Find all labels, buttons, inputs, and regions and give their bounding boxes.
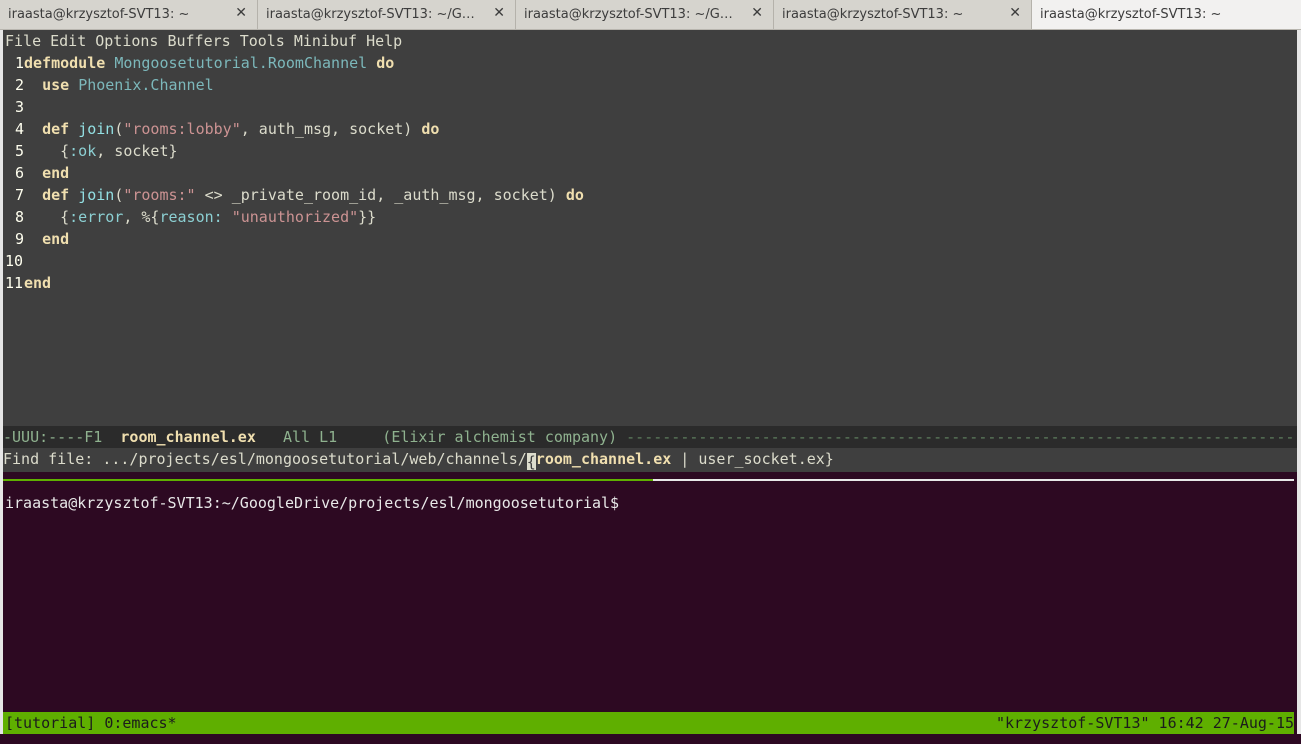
line-number: 2 xyxy=(14,76,24,94)
line-number: 9 xyxy=(14,230,24,248)
completion-candidates[interactable]: | user_socket.ex} xyxy=(671,450,834,468)
shell-pane[interactable]: iraasta@krzysztof-SVT13:~/GoogleDrive/pr… xyxy=(3,492,1299,514)
code-token: end xyxy=(24,274,52,292)
tmux-status-bar: [tutorial] 0:emacs* "krzysztof-SVT13" 16… xyxy=(3,712,1294,734)
modeline-position-mode: All L1 (Elixir alchemist company) xyxy=(255,428,627,446)
line-number: 7 xyxy=(14,186,24,204)
text-cursor: { xyxy=(526,453,536,470)
emacs-frame[interactable]: File Edit Options Buffers Tools Minibuf Help 1… xyxy=(3,30,1297,472)
code-token: reason: xyxy=(159,208,223,226)
code-line: 4 def join("rooms:lobby", auth_msg, sock… xyxy=(3,118,1297,140)
line-number: 8 xyxy=(14,208,24,226)
code-token: , %{ xyxy=(123,208,160,226)
menu-tools[interactable]: Tools xyxy=(240,32,285,50)
close-icon[interactable]: ✕ xyxy=(493,5,505,21)
code-token: { xyxy=(60,208,70,226)
code-token: ( xyxy=(114,186,124,204)
modeline-dashes: ----------------------------------------… xyxy=(626,428,1297,446)
code-token: , socket} xyxy=(96,142,178,160)
terminal-tab-5-active[interactable]: iraasta@krzysztof-SVT13: ~ xyxy=(1032,0,1301,29)
window-frame-right xyxy=(1297,30,1301,744)
line-number: 1 xyxy=(14,54,24,72)
code-line: 6 end xyxy=(3,162,1297,184)
menu-options[interactable]: Options xyxy=(95,32,158,50)
code-token: do xyxy=(421,120,440,138)
tmux-host-time: "krzysztof-SVT13" 16:42 27-Aug-15 xyxy=(995,714,1294,732)
code-line: 1defmodule Mongoosetutorial.RoomChannel … xyxy=(3,52,1297,74)
code-token: :ok xyxy=(69,142,97,160)
code-line: 11end xyxy=(3,272,1297,294)
modeline-buffer-name: room_channel.ex xyxy=(120,428,256,446)
code-token: }} xyxy=(358,208,377,226)
close-icon[interactable]: ✕ xyxy=(1009,5,1021,21)
code-token: "unauthorized" xyxy=(231,208,359,226)
code-line: 9 end xyxy=(3,228,1297,250)
code-line: 8 {:error, %{reason: "unauthorized"}} xyxy=(3,206,1297,228)
menu-help[interactable]: Help xyxy=(366,32,402,50)
terminal-tab-2[interactable]: iraasta@krzysztof-SVT13: ~/G… ✕ xyxy=(258,0,516,29)
modeline-status: -UUU:----F1 xyxy=(3,428,121,446)
code-token: def xyxy=(42,120,70,138)
line-number: 4 xyxy=(14,120,24,138)
tab-label: iraasta@krzysztof-SVT13: ~ xyxy=(782,7,964,22)
completion-selected[interactable]: room_channel.ex xyxy=(536,450,671,468)
code-token: "rooms:lobby" xyxy=(123,120,241,138)
tab-label: iraasta@krzysztof-SVT13: ~ xyxy=(1040,7,1222,22)
code-token: do xyxy=(565,186,584,204)
code-token: do xyxy=(376,54,395,72)
tab-label: iraasta@krzysztof-SVT13: ~/G… xyxy=(266,7,475,22)
code-line: 5 {:ok, socket} xyxy=(3,140,1297,162)
code-token: Mongoosetutorial.RoomChannel xyxy=(114,54,368,72)
line-number: 10 xyxy=(5,252,24,270)
code-line: 7 def join("rooms:" <> _private_room_id,… xyxy=(3,184,1297,206)
menu-buffers[interactable]: Buffers xyxy=(167,32,230,50)
code-token: end xyxy=(42,164,70,182)
line-number: 5 xyxy=(14,142,24,160)
emacs-modeline: -UUU:----F1 room_channel.ex All L1 (Elix… xyxy=(3,426,1297,448)
tab-label: iraasta@krzysztof-SVT13: ~/G… xyxy=(524,7,733,22)
terminal-tab-bar: iraasta@krzysztof-SVT13: ~ ✕ iraasta@krz… xyxy=(0,0,1301,30)
menu-edit[interactable]: Edit xyxy=(50,32,86,50)
menu-minibuf[interactable]: Minibuf xyxy=(294,32,357,50)
line-number: 3 xyxy=(14,98,24,116)
line-number: 11 xyxy=(5,274,24,292)
terminal-tab-1[interactable]: iraasta@krzysztof-SVT13: ~ ✕ xyxy=(0,0,258,29)
tmux-pane-divider xyxy=(3,479,1294,481)
code-line: 10 xyxy=(3,250,1297,272)
code-token: defmodule xyxy=(24,54,106,72)
code-token: { xyxy=(60,142,70,160)
code-token: def xyxy=(42,186,70,204)
code-token: , auth_msg, socket) xyxy=(240,120,413,138)
active-pane-indicator xyxy=(3,479,653,481)
code-token: join xyxy=(78,186,115,204)
code-token: <> _private_room_id, _auth_msg, socket) xyxy=(195,186,557,204)
close-icon[interactable]: ✕ xyxy=(751,5,763,21)
emacs-minibuffer[interactable]: Find file: .../projects/esl/mongoosetuto… xyxy=(3,448,1283,470)
tab-label: iraasta@krzysztof-SVT13: ~ xyxy=(8,7,190,22)
code-token: :error xyxy=(69,208,124,226)
code-token: use xyxy=(42,76,70,94)
shell-prompt: iraasta@krzysztof-SVT13:~/GoogleDrive/pr… xyxy=(5,494,620,512)
tmux-session-window[interactable]: [tutorial] 0:emacs* xyxy=(5,712,177,734)
code-line: 3 xyxy=(3,96,1297,118)
window-bottom-edge xyxy=(0,734,1301,744)
terminal-tab-4[interactable]: iraasta@krzysztof-SVT13: ~ ✕ xyxy=(774,0,1032,29)
code-token: join xyxy=(78,120,115,138)
code-line: 2 use Phoenix.Channel xyxy=(3,74,1297,96)
menu-file[interactable]: File xyxy=(5,32,41,50)
close-icon[interactable]: ✕ xyxy=(235,5,247,21)
code-token: Phoenix.Channel xyxy=(78,76,214,94)
code-editor[interactable]: 1defmodule Mongoosetutorial.RoomChannel … xyxy=(3,52,1297,294)
code-token: end xyxy=(42,230,70,248)
code-token: ( xyxy=(114,120,124,138)
emacs-menubar: File Edit Options Buffers Tools Minibuf Help xyxy=(3,30,1297,52)
terminal-tab-3[interactable]: iraasta@krzysztof-SVT13: ~/G… ✕ xyxy=(516,0,774,29)
line-number: 6 xyxy=(14,164,24,182)
code-token: "rooms:" xyxy=(123,186,196,204)
minibuffer-prompt: Find file: .../projects/esl/mongoosetuto… xyxy=(3,450,527,468)
